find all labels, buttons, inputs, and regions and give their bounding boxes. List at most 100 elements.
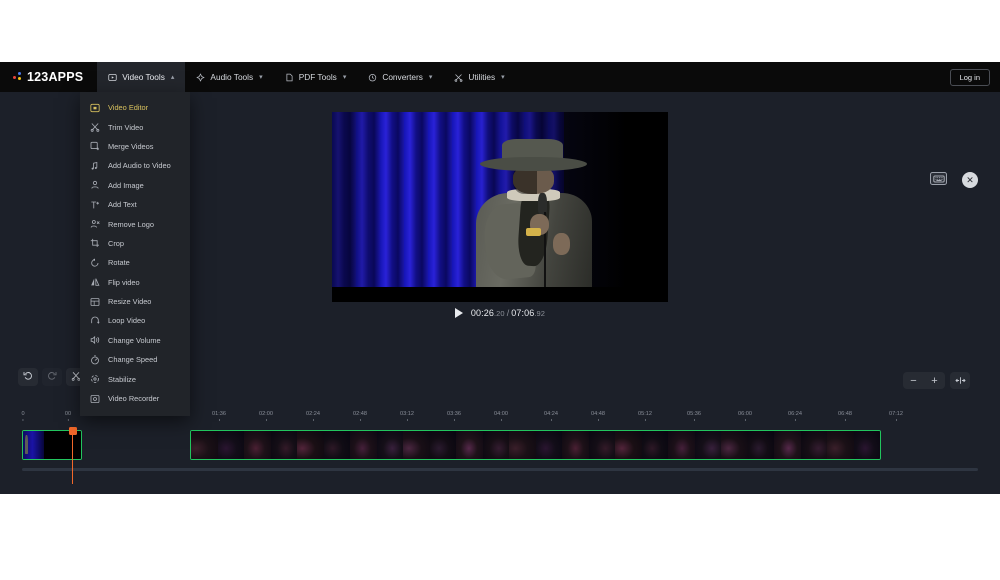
loop-icon [90, 316, 100, 326]
total-time-frames: .92 [534, 309, 546, 318]
menu-item-resize-video[interactable]: Resize Video [80, 292, 190, 311]
login-button[interactable]: Log in [949, 69, 990, 86]
video-preview-frame[interactable] [332, 112, 668, 302]
timeline-clip-main[interactable] [190, 430, 881, 460]
zoom-out-button[interactable]: − [903, 372, 924, 389]
menu-label: Resize Video [108, 297, 152, 307]
clip-thumb-dark [43, 431, 81, 459]
top-navigation-bar: 123APPS Video Tools ▴ Audio Tools ▾ PDF … [0, 62, 1000, 92]
timeline-playhead[interactable] [68, 427, 77, 484]
crop-icon [90, 238, 100, 248]
menu-item-video-recorder[interactable]: Video Recorder [80, 389, 190, 408]
video-tools-dropdown-menu: Video Editor Trim Video Merge Videos Add… [80, 92, 190, 417]
total-time: 07:06 [511, 308, 535, 318]
fit-to-width-button[interactable] [950, 372, 970, 389]
filmstrip-frame [297, 431, 324, 459]
merge-icon [90, 141, 100, 151]
nav-item-audio-tools[interactable]: Audio Tools ▾ [185, 62, 273, 92]
menu-label: Add Audio to Video [108, 161, 171, 171]
menu-item-change-speed[interactable]: Change Speed [80, 350, 190, 369]
filmstrip-frame [244, 431, 271, 459]
tick-mark [312, 418, 314, 421]
chevron-down-icon: ▾ [428, 73, 433, 81]
menu-item-merge-videos[interactable]: Merge Videos [80, 137, 190, 156]
menu-item-crop[interactable]: Crop [80, 234, 190, 253]
menu-item-flip-video[interactable]: Flip video [80, 273, 190, 292]
nav-item-video-tools[interactable]: Video Tools ▴ [97, 62, 186, 92]
ruler-tick-label: 03:12 [400, 411, 414, 417]
menu-label: Remove Logo [108, 219, 155, 229]
tick-mark [22, 418, 24, 421]
ruler-tick-label: 04:24 [544, 411, 558, 417]
timeline-track[interactable] [0, 427, 1000, 484]
menu-item-rotate[interactable]: Rotate [80, 253, 190, 272]
close-icon[interactable]: ✕ [962, 172, 978, 188]
filmstrip-frame [853, 431, 880, 459]
volume-icon [90, 335, 100, 345]
filmstrip-frame [747, 431, 774, 459]
tick-mark [693, 418, 695, 421]
menu-item-add-text[interactable]: Add Text [80, 195, 190, 214]
filmstrip-frame [588, 431, 615, 459]
ruler-tick-label: 04:00 [494, 411, 508, 417]
chevron-up-icon: ▴ [170, 73, 175, 81]
speed-gauge-icon [90, 355, 100, 365]
nav-item-converters[interactable]: Converters ▾ [357, 62, 443, 92]
filmstrip-frame [694, 431, 721, 459]
time-display: 00:26.20/07:06.92 [471, 308, 545, 318]
nav-item-utilities[interactable]: Utilities ▾ [443, 62, 515, 92]
menu-label: Merge Videos [108, 141, 154, 151]
keyboard-shortcuts-button[interactable] [930, 172, 947, 185]
timeline-scrollbar[interactable] [22, 468, 978, 471]
menu-item-remove-logo[interactable]: Remove Logo [80, 214, 190, 233]
ruler-tick-label: 04:48 [591, 411, 605, 417]
filmstrip-frame [456, 431, 483, 459]
ruler-tick: 05:12 [638, 411, 652, 421]
ruler-tick-label: 02:48 [353, 411, 367, 417]
tick-mark [597, 418, 599, 421]
logo-text: 123APPS [27, 70, 84, 84]
menu-item-video-editor[interactable]: Video Editor [80, 98, 190, 117]
menu-label: Change Speed [108, 355, 158, 365]
ruler-tick-label: 03:36 [447, 411, 461, 417]
ruler-tick: 06:00 [738, 411, 752, 421]
clip-thumbnail [23, 431, 44, 459]
ruler-tick: 03:12 [400, 411, 414, 421]
keyboard-icon [932, 170, 945, 188]
stage-floor [332, 286, 668, 302]
undo-button[interactable] [18, 368, 38, 386]
ruler-tick-label: 0 [21, 411, 25, 417]
menu-item-stabilize[interactable]: Stabilize [80, 369, 190, 388]
app-logo[interactable]: 123APPS [13, 70, 83, 84]
video-editor-icon [90, 103, 100, 113]
ruler-tick: 05:36 [687, 411, 701, 421]
ruler-tick-label: 00 [64, 411, 72, 417]
menu-item-change-volume[interactable]: Change Volume [80, 331, 190, 350]
ruler-tick-label: 06:24 [788, 411, 802, 417]
redo-button[interactable] [42, 368, 62, 386]
nav-item-pdf-tools[interactable]: PDF Tools ▾ [274, 62, 358, 92]
tick-mark [895, 418, 897, 421]
audio-wave-icon [196, 72, 206, 82]
filmstrip-frame [668, 431, 695, 459]
clip-thumb-figure [25, 435, 29, 454]
flip-icon [90, 277, 100, 287]
timeline: 0 00 01:36 02:00 02:24 02:48 03:12 03:36… [0, 410, 1000, 484]
zoom-group: − + [903, 372, 945, 389]
menu-item-add-image[interactable]: Add Image [80, 176, 190, 195]
ruler-tick-label: 06:00 [738, 411, 752, 417]
menu-item-add-audio-to-video[interactable]: Add Audio to Video [80, 156, 190, 175]
menu-item-loop-video[interactable]: Loop Video [80, 311, 190, 330]
tick-mark [265, 418, 267, 421]
recorder-icon [90, 394, 100, 404]
menu-label: Video Editor [108, 103, 149, 113]
tick-mark [744, 418, 746, 421]
zoom-in-button[interactable]: + [924, 372, 945, 389]
nav-label: PDF Tools [298, 72, 337, 82]
ruler-tick-label: 06:48 [838, 411, 852, 417]
playhead-handle[interactable] [68, 427, 77, 435]
menu-item-trim-video[interactable]: Trim Video [80, 117, 190, 136]
ruler-tick: 02:00 [259, 411, 273, 421]
play-icon[interactable] [454, 308, 463, 318]
fit-to-width-icon [954, 372, 966, 390]
